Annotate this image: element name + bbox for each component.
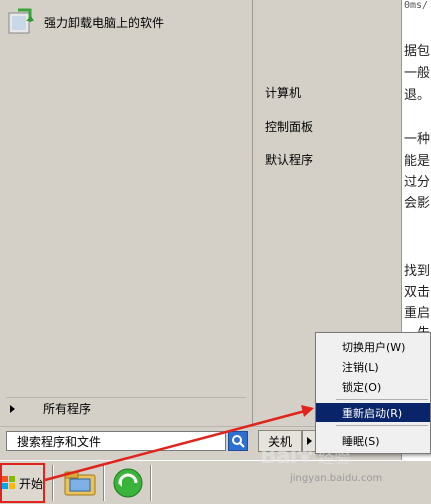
watermark-logo: Bai	[260, 443, 297, 469]
all-programs-label: 所有程序	[43, 402, 92, 416]
arrow-right-icon	[10, 404, 15, 413]
doc-line: 0ms/	[404, 0, 429, 11]
doc-line: 过分	[404, 175, 431, 190]
file-explorer-icon[interactable]	[62, 465, 98, 501]
watermark-text: 经验	[318, 448, 351, 467]
doc-line: 能是	[404, 154, 431, 169]
link-computer[interactable]: 计算机	[265, 82, 301, 102]
search-placeholder: 搜索程序和文件	[17, 434, 102, 449]
taskbar-separator	[52, 465, 54, 501]
menu-item-log-off[interactable]: 注销(L)	[316, 357, 430, 376]
doc-line: 据包	[404, 44, 431, 59]
doc-line: 重启	[404, 306, 431, 321]
uninstaller-icon	[6, 7, 36, 37]
taskbar-separator	[150, 465, 152, 501]
doc-line: 一般	[404, 66, 431, 81]
start-button[interactable]: 开始	[0, 463, 45, 503]
doc-line: 退。	[404, 88, 431, 103]
search-button[interactable]	[228, 431, 248, 451]
menu-item-lock[interactable]: 锁定(O)	[316, 377, 430, 396]
doc-line: 一种方	[404, 132, 431, 147]
doc-line: 会影	[404, 196, 431, 211]
menu-separator	[336, 425, 428, 426]
all-programs-button[interactable]: 所有程序	[6, 397, 246, 419]
search-input[interactable]: 搜索程序和文件	[6, 431, 226, 451]
link-default-programs[interactable]: 默认程序	[265, 149, 313, 169]
pinned-program-uninstaller[interactable]: 强力卸载电脑上的软件	[6, 6, 246, 38]
watermark-url: jingyan.baidu.com	[290, 473, 383, 484]
baidu-watermark: Bai 经验	[260, 440, 420, 472]
start-menu-programs-pane: 强力卸载电脑上的软件 所有程序	[0, 0, 253, 426]
menu-item-restart[interactable]: 重新启动(R)	[316, 403, 430, 422]
start-label: 开始	[19, 476, 44, 491]
search-icon	[232, 435, 245, 448]
taskbar-separator	[103, 465, 105, 501]
paw-icon	[298, 449, 313, 462]
power-options-menu: 切换用户(W) 注销(L) 锁定(O) 重新启动(R) 睡眠(S)	[315, 332, 431, 454]
windows-logo-icon	[2, 476, 16, 490]
pinned-program-label: 强力卸载电脑上的软件	[44, 15, 165, 30]
doc-line: 找到	[404, 264, 431, 279]
browser-icon[interactable]	[110, 465, 146, 501]
doc-line: 双击	[404, 285, 431, 300]
link-control-panel[interactable]: 控制面板	[265, 116, 313, 136]
menu-separator	[336, 399, 428, 400]
menu-item-switch-user[interactable]: 切换用户(W)	[316, 337, 430, 356]
